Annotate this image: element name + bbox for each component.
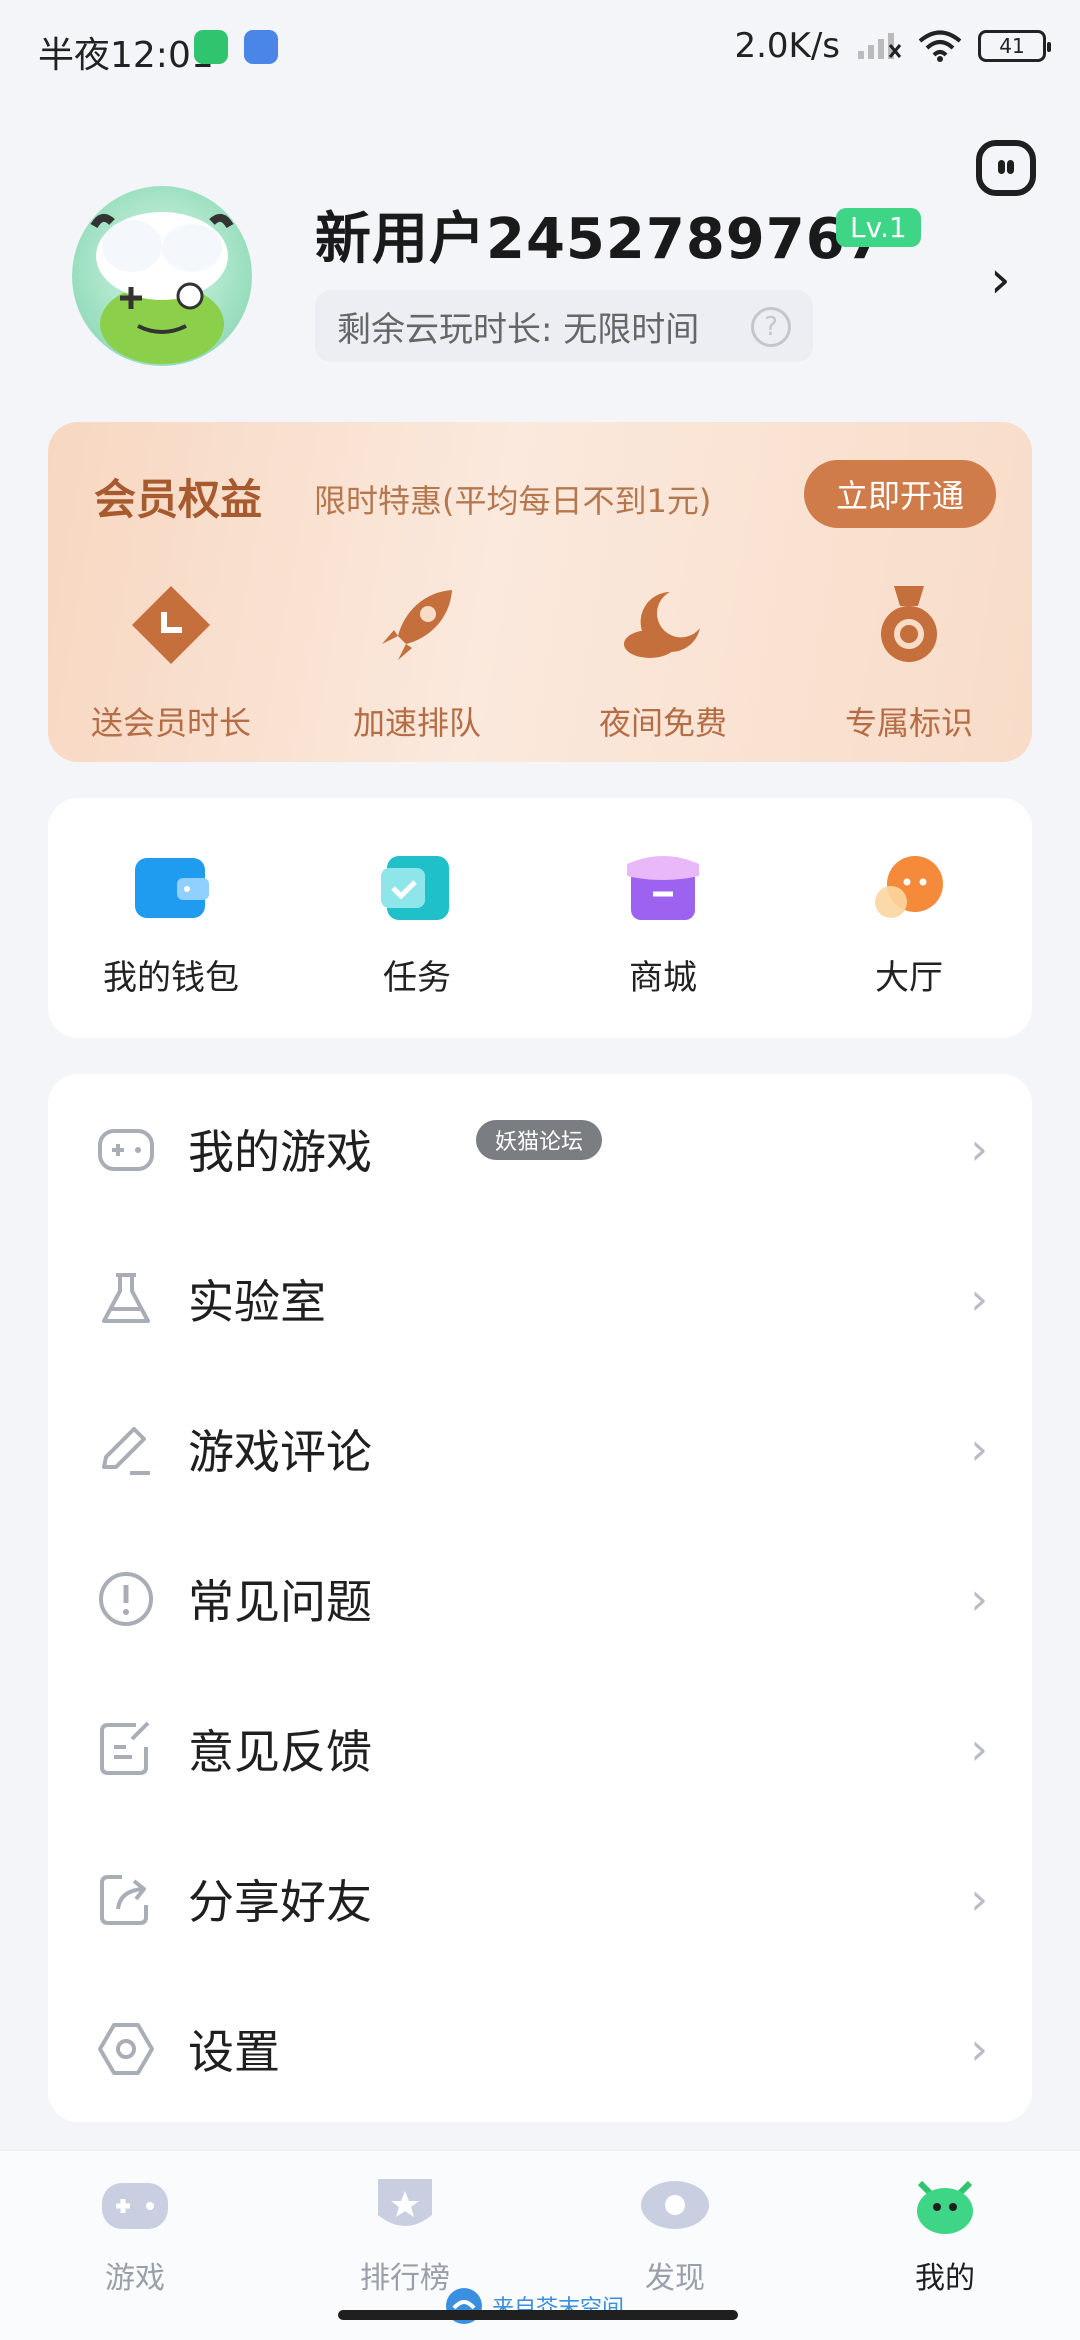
chevron-right-icon: › — [970, 1423, 988, 1475]
nav-games[interactable]: 游戏 — [0, 2151, 270, 2340]
wallet-icon — [135, 858, 209, 918]
quick-label: 我的钱包 — [103, 958, 239, 998]
menu-label: 我的游戏 — [188, 1125, 372, 1179]
ranking-icon — [378, 2179, 432, 2226]
quick-hall[interactable]: 大厅 — [786, 854, 1032, 1038]
username: 新用户2452789767 — [315, 207, 886, 272]
quick-label: 大厅 — [875, 958, 943, 998]
gift-clock-icon — [132, 586, 210, 664]
playtime-text: 剩余云玩时长: 无限时间 — [337, 309, 700, 350]
chevron-right-icon: › — [970, 1723, 988, 1775]
quick-actions-card: 我的钱包 任务 商城 大厅 — [48, 798, 1032, 1038]
nav-label: 我的 — [915, 2261, 975, 2296]
playtime-box: 剩余云玩时长: 无限时间 ? — [315, 290, 813, 362]
perk-night-free[interactable]: 夜间免费 — [540, 582, 786, 744]
menu-label: 设置 — [188, 2025, 280, 2079]
battery-icon: 41 — [978, 30, 1051, 62]
member-subtitle: 限时特惠(平均每日不到1元) — [314, 482, 712, 520]
perk-fast-queue[interactable]: 加速排队 — [294, 582, 540, 744]
menu-list: 我的游戏 妖猫论坛 › 实验室 › 游戏评论 › 常见问题 › 意见反馈 › 分… — [48, 1074, 1032, 2122]
open-membership-button[interactable]: 立即开通 — [804, 460, 996, 528]
rocket-icon — [382, 590, 452, 660]
menu-label: 分享好友 — [188, 1875, 372, 1929]
quick-store[interactable]: 商城 — [540, 854, 786, 1038]
wifi-icon — [918, 30, 962, 62]
eye-icon — [641, 2181, 709, 2229]
quick-label: 任务 — [383, 958, 451, 998]
menu-label: 游戏评论 — [188, 1425, 372, 1479]
avatar[interactable] — [72, 186, 252, 366]
perk-label: 加速排队 — [352, 704, 481, 742]
help-icon[interactable]: ? — [751, 307, 791, 347]
status-time: 半夜12:01 — [38, 35, 214, 76]
menu-item-settings[interactable]: 设置 › — [48, 1974, 1032, 2124]
app-notification-icon — [244, 30, 278, 64]
share-icon — [100, 1875, 148, 1925]
moon-cloud-icon — [624, 592, 700, 658]
menu-item-my-games[interactable]: 我的游戏 妖猫论坛 › — [48, 1074, 1032, 1224]
nav-mine[interactable]: 我的 — [810, 2151, 1080, 2340]
gamepad-icon — [102, 2183, 168, 2229]
network-speed: 2.0K/s — [734, 26, 840, 66]
menu-label: 常见问题 — [188, 1575, 372, 1629]
perk-label: 夜间免费 — [598, 704, 727, 742]
profile-chevron-right-icon[interactable]: › — [990, 250, 1011, 310]
perk-exclusive-badge[interactable]: 专属标识 — [786, 582, 1032, 744]
home-indicator[interactable] — [338, 2310, 738, 2320]
menu-item-lab[interactable]: 实验室 › — [48, 1224, 1032, 1374]
menu-label: 实验室 — [188, 1275, 326, 1329]
message-icon[interactable] — [976, 140, 1036, 196]
quick-wallet[interactable]: 我的钱包 — [48, 854, 294, 1038]
monster-icon — [917, 2180, 973, 2234]
menu-label: 意见反馈 — [188, 1725, 372, 1779]
feedback-icon — [100, 1721, 150, 1775]
pencil-icon — [102, 1427, 150, 1475]
forum-watermark: 妖猫论坛 — [476, 1120, 602, 1160]
quick-task[interactable]: 任务 — [294, 854, 540, 1038]
nav-label: 排行榜 — [360, 2261, 450, 2296]
chevron-right-icon: › — [970, 1573, 988, 1625]
menu-item-game-reviews[interactable]: 游戏评论 › — [48, 1374, 1032, 1524]
member-benefits-card[interactable]: 会员权益 限时特惠(平均每日不到1元) 立即开通 送会员时长 加速排队 夜间免费 — [48, 422, 1032, 762]
status-bar: 半夜12:01 2.0K/s 41 — [0, 0, 1080, 96]
flask-icon — [102, 1273, 150, 1323]
level-badge: Lv.1 — [836, 208, 921, 247]
chevron-right-icon: › — [970, 2023, 988, 2075]
source-logo-icon — [446, 2288, 482, 2324]
exclamation-icon — [99, 1572, 153, 1626]
chevron-right-icon: › — [970, 1123, 988, 1175]
perk-label: 送会员时长 — [90, 704, 251, 742]
menu-item-share[interactable]: 分享好友 › — [48, 1824, 1032, 1974]
avatar-image — [90, 212, 234, 364]
nav-label: 发现 — [645, 2261, 705, 2296]
perk-label: 专属标识 — [844, 704, 973, 742]
store-icon — [627, 856, 699, 920]
menu-item-faq[interactable]: 常见问题 › — [48, 1524, 1032, 1674]
gamepad-icon — [98, 1129, 154, 1171]
shield-app-icon — [194, 30, 228, 64]
chevron-right-icon: › — [970, 1873, 988, 1925]
member-title: 会员权益 — [94, 475, 263, 524]
medal-icon — [881, 586, 937, 662]
hall-icon — [875, 856, 943, 918]
quick-label: 商城 — [629, 958, 697, 998]
settings-icon — [98, 2023, 154, 2075]
perk-gift-time[interactable]: 送会员时长 — [48, 582, 294, 744]
member-perks: 送会员时长 加速排队 夜间免费 专属标识 — [48, 582, 1032, 744]
menu-item-feedback[interactable]: 意见反馈 › — [48, 1674, 1032, 1824]
source-watermark: 来自芥末空间 — [444, 2286, 624, 2326]
task-icon — [381, 856, 449, 920]
battery-level: 41 — [999, 34, 1025, 58]
signal-icon — [858, 33, 902, 59]
chevron-right-icon: › — [970, 1273, 988, 1325]
nav-label: 游戏 — [105, 2261, 165, 2296]
